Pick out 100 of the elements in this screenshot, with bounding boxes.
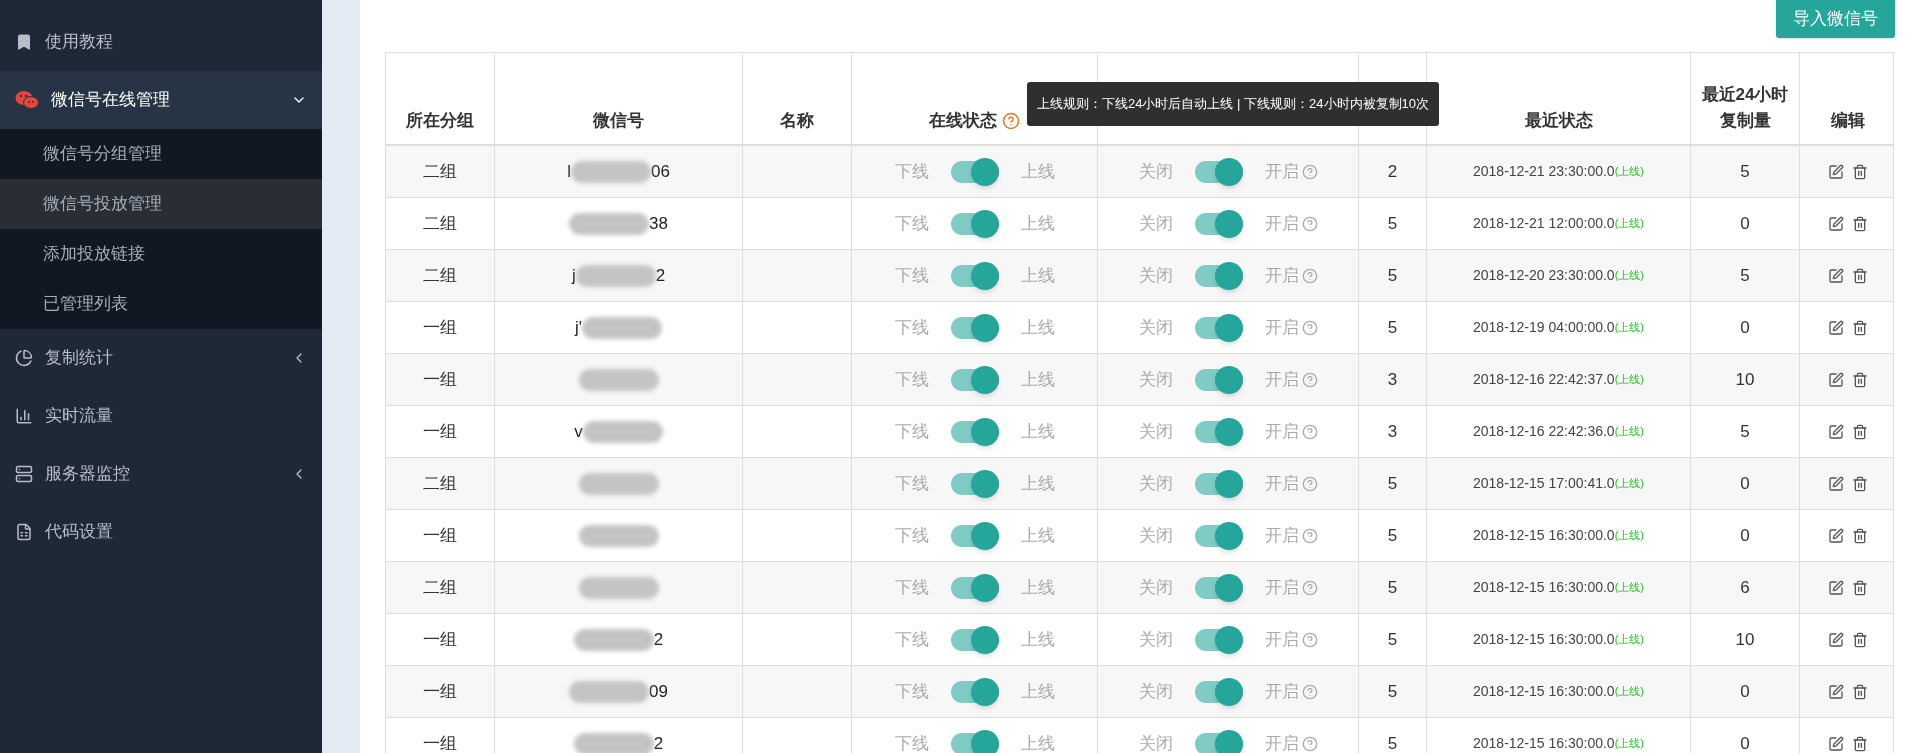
chat-bubbles-icon: [15, 90, 39, 110]
toggle-switch[interactable]: [1194, 368, 1243, 391]
toggle-label: 上线: [1020, 212, 1055, 235]
trash-icon[interactable]: [1851, 163, 1868, 180]
submenu-item[interactable]: 已管理列表: [0, 279, 322, 329]
status-text: (上线): [1614, 632, 1644, 648]
sidebar-item[interactable]: 使用教程: [0, 13, 322, 71]
toggle-switch[interactable]: [950, 732, 999, 753]
toggle-switch[interactable]: [950, 420, 999, 443]
column-header: 名称: [780, 110, 814, 132]
help-icon[interactable]: [1301, 267, 1318, 284]
edit-icon[interactable]: [1827, 163, 1844, 180]
help-icon[interactable]: [1301, 163, 1318, 180]
trash-icon[interactable]: [1851, 371, 1868, 388]
toggle-switch[interactable]: [1194, 680, 1243, 703]
submenu-item[interactable]: 微信号投放管理: [0, 179, 322, 229]
weight-cell-text: 5: [1387, 316, 1398, 339]
edit-icon[interactable]: [1827, 371, 1844, 388]
toggle-label: 下线: [894, 576, 929, 599]
help-icon[interactable]: [1301, 371, 1318, 388]
weight-cell-text: 5: [1387, 524, 1398, 547]
toggle-switch[interactable]: [1194, 316, 1243, 339]
sidebar-item[interactable]: 服务器监控: [0, 445, 322, 503]
toggle-label: 开启: [1264, 680, 1299, 703]
toggle-switch[interactable]: [950, 264, 999, 287]
edit-icon[interactable]: [1827, 267, 1844, 284]
edit-icon[interactable]: [1827, 527, 1844, 544]
sidebar-item[interactable]: 实时流量: [0, 387, 322, 445]
sidebar-item[interactable]: 复制统计: [0, 329, 322, 387]
toggle-switch[interactable]: [1194, 420, 1243, 443]
edit-icon[interactable]: [1827, 475, 1844, 492]
toggle-switch[interactable]: [950, 160, 999, 183]
edit-icon[interactable]: [1827, 423, 1844, 440]
server-icon: [15, 465, 33, 483]
toggle-switch[interactable]: [1194, 264, 1243, 287]
toggle-label: 关闭: [1138, 420, 1173, 443]
trash-icon[interactable]: [1851, 579, 1868, 596]
trash-icon[interactable]: [1851, 423, 1868, 440]
edit-icon[interactable]: [1827, 319, 1844, 336]
toggle-label: 上线: [1020, 420, 1055, 443]
toggle-label: 下线: [894, 732, 929, 753]
toggle-switch[interactable]: [1194, 472, 1243, 495]
edit-icon[interactable]: [1827, 579, 1844, 596]
submenu-item[interactable]: 微信号分组管理: [0, 129, 322, 179]
help-icon[interactable]: [1301, 475, 1318, 492]
edit-icon[interactable]: [1827, 735, 1844, 752]
toggle-switch[interactable]: [1194, 732, 1243, 753]
count-cell-text: 0: [1740, 212, 1750, 235]
toggle-switch[interactable]: [1194, 628, 1243, 651]
column-header: 最近24小时复制量: [1700, 84, 1790, 132]
status-text: (上线): [1614, 320, 1644, 336]
submenu-item[interactable]: 添加投放链接: [0, 229, 322, 279]
trash-icon[interactable]: [1851, 527, 1868, 544]
toggle-switch[interactable]: [1194, 160, 1243, 183]
trash-icon[interactable]: [1851, 683, 1868, 700]
trash-icon[interactable]: [1851, 631, 1868, 648]
weight-cell-text: 5: [1387, 732, 1398, 753]
edit-icon[interactable]: [1827, 215, 1844, 232]
column-header: 最近状态: [1524, 110, 1593, 132]
trash-icon[interactable]: [1851, 267, 1868, 284]
help-icon[interactable]: [1301, 579, 1318, 596]
sidebar-item[interactable]: 代码设置: [0, 503, 322, 561]
trash-icon[interactable]: [1851, 735, 1868, 752]
toggle-switch[interactable]: [950, 316, 999, 339]
weight-cell-text: 5: [1387, 264, 1398, 287]
edit-icon[interactable]: [1827, 631, 1844, 648]
toggle-switch[interactable]: [950, 212, 999, 235]
toggle-label: 上线: [1020, 524, 1055, 547]
help-icon[interactable]: [1301, 319, 1318, 336]
time-text: 2018-12-15 16:30:00.0: [1473, 682, 1615, 701]
weight-cell-text: 5: [1387, 576, 1398, 599]
help-icon[interactable]: [1002, 112, 1020, 130]
trash-icon[interactable]: [1851, 215, 1868, 232]
group-cell-text: 二组: [423, 472, 457, 495]
group-cell-text: 一组: [423, 420, 457, 443]
trash-icon[interactable]: [1851, 475, 1868, 492]
toggle-label: 下线: [894, 160, 929, 183]
help-icon[interactable]: [1301, 423, 1318, 440]
help-icon[interactable]: [1301, 683, 1318, 700]
toggle-switch[interactable]: [950, 628, 999, 651]
help-icon[interactable]: [1301, 215, 1318, 232]
status-text: (上线): [1614, 684, 1644, 700]
toggle-switch[interactable]: [950, 524, 999, 547]
toggle-switch[interactable]: [1194, 576, 1243, 599]
edit-icon[interactable]: [1827, 683, 1844, 700]
account-text: 2: [653, 732, 664, 753]
toggle-switch[interactable]: [950, 472, 999, 495]
toggle-switch[interactable]: [950, 680, 999, 703]
toggle-switch[interactable]: [1194, 212, 1243, 235]
toggle-label: 开启: [1264, 212, 1299, 235]
trash-icon[interactable]: [1851, 319, 1868, 336]
toggle-switch[interactable]: [950, 368, 999, 391]
sidebar-item[interactable]: 微信号在线管理: [0, 71, 322, 129]
help-icon[interactable]: [1301, 527, 1318, 544]
help-icon[interactable]: [1301, 631, 1318, 648]
status-text: (上线): [1614, 268, 1644, 284]
toggle-switch[interactable]: [950, 576, 999, 599]
help-icon[interactable]: [1301, 735, 1318, 752]
toggle-switch[interactable]: [1194, 524, 1243, 547]
account-text: 06: [650, 160, 670, 183]
